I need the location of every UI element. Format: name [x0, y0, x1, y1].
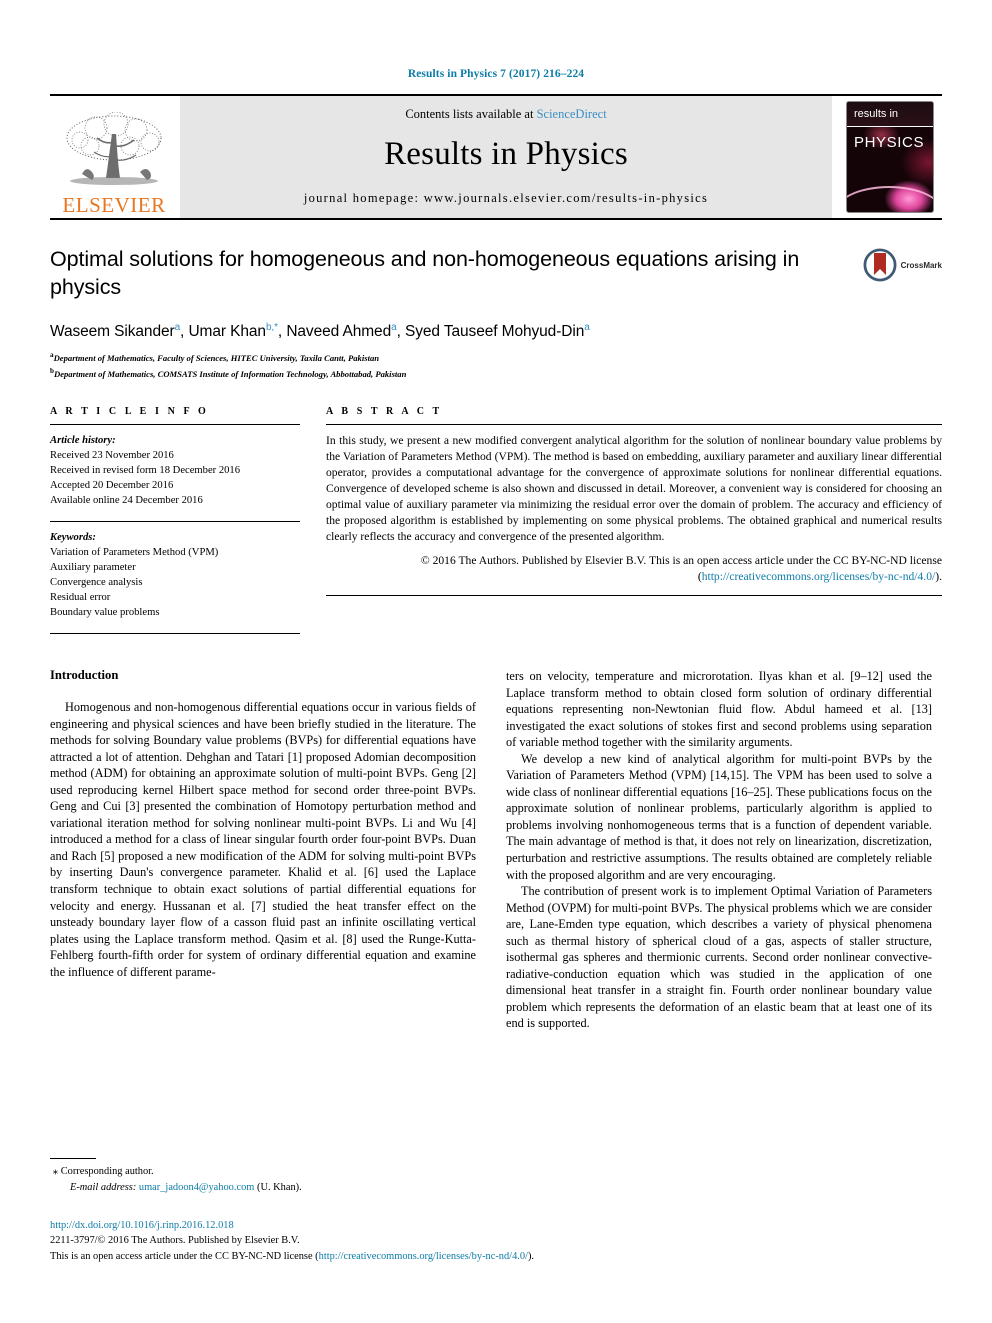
author-list: Waseem Sikandera, Umar Khanb,*, Naveed A… [50, 322, 590, 341]
body-column-right: ters on velocity, temperature and micror… [506, 668, 932, 1032]
history-item: Received 23 November 2016 [50, 449, 174, 461]
author-4-affil-mark: a [584, 322, 590, 334]
contents-list-line: Contents lists available at ScienceDirec… [405, 107, 606, 122]
footer-license-link[interactable]: http://creativecommons.org/licenses/by-n… [319, 1251, 528, 1262]
article-info-top-rule [50, 423, 300, 425]
body-column-left: Introduction Homogenous and non-homogeno… [50, 668, 476, 1032]
license-link[interactable]: http://creativecommons.org/licenses/by-n… [702, 570, 936, 583]
copyright-tail: ). [935, 569, 942, 583]
elsevier-tree-icon [66, 112, 162, 185]
corresponding-author-note: ⁎ Corresponding author. [50, 1163, 476, 1180]
keyword-item: Boundary value problems [50, 607, 160, 619]
body-paragraph: Homogenous and non-homogenous differenti… [50, 700, 476, 979]
author-2: Umar Khan [188, 323, 266, 341]
author-4: Syed Tauseef Mohyud-Din [405, 323, 585, 341]
body-paragraph: ters on velocity, temperature and micror… [506, 669, 932, 750]
cover-top-label: results in [847, 102, 933, 127]
corresponding-author-text: Corresponding author. [60, 1166, 154, 1177]
affiliation-b-text: Department of Mathematics, COMSATS Insti… [53, 368, 407, 379]
affiliation-b: bDepartment of Mathematics, COMSATS Inst… [50, 366, 824, 380]
keyword-item: Variation of Parameters Method (VPM) [50, 547, 219, 558]
crossmark-label: CrossMark [900, 260, 942, 270]
body-columns: Introduction Homogenous and non-homogeno… [50, 668, 942, 1032]
journal-banner-center: Contents lists available at ScienceDirec… [180, 96, 832, 218]
crossmark-icon [863, 248, 897, 282]
cover-image: results in PHYSICS [846, 101, 934, 213]
page-footer: http://dx.doi.org/10.1016/j.rinp.2016.12… [50, 1218, 750, 1264]
journal-homepage-url[interactable]: journal homepage: www.journals.elsevier.… [304, 191, 708, 206]
section-title-introduction: Introduction [50, 668, 119, 683]
email-label: E-mail address: [70, 1181, 137, 1193]
banner-bottom-rule [50, 218, 942, 220]
email-owner: (U. Khan). [256, 1181, 302, 1193]
history-item: Received in revised form 18 December 201… [50, 464, 241, 476]
history-item: Accepted 20 December 2016 [50, 479, 174, 491]
article-info-heading: A R T I C L E I N F O [50, 405, 209, 417]
email-note: E-mail address: umar_jadoon4@yahoo.com (… [50, 1180, 476, 1196]
cover-arc-decoration [847, 186, 933, 212]
affiliation-a-text: Department of Mathematics, Faculty of Sc… [53, 353, 380, 364]
crossmark-badge[interactable]: CrossMark [863, 248, 942, 282]
footnote-block: ⁎ Corresponding author. E-mail address: … [50, 1158, 476, 1195]
keywords-block: Keywords: Variation of Parameters Method… [50, 530, 300, 620]
article-info-column: A R T I C L E I N F O Article history: R… [50, 406, 322, 642]
article-history-block: Article history: Received 23 November 20… [50, 433, 300, 508]
keyword-item: Auxiliary parameter [50, 562, 136, 574]
body-paragraph: We develop a new kind of analytical algo… [506, 751, 932, 882]
issn-copyright-line: 2211-3797/© 2016 The Authors. Published … [50, 1235, 300, 1247]
page-title: Optimal solutions for homogeneous and no… [50, 247, 800, 299]
history-item: Available online 24 December 2016 [50, 494, 203, 506]
sciencedirect-link[interactable]: ScienceDirect [537, 107, 607, 121]
contents-prefix: Contents lists available at [405, 106, 537, 121]
footnote-rule [50, 1158, 96, 1159]
abstract-column: A B S T R A C T In this study, we presen… [322, 406, 942, 642]
info-abstract-section: A R T I C L E I N F O Article history: R… [50, 406, 942, 642]
license-tail: ). [527, 1250, 535, 1262]
abstract-bottom-rule [326, 594, 942, 596]
keyword-item: Residual error [50, 592, 111, 604]
abstract-copyright: © 2016 The Authors. Published by Elsevie… [326, 553, 942, 585]
article-info-bottom-rule [50, 633, 300, 635]
journal-title: Results in Physics [384, 135, 628, 172]
cover-main-label: PHYSICS [854, 134, 925, 151]
elsevier-logo: ELSEVIER [50, 96, 178, 218]
paper-page: Results in Physics 7 (2017) 216–224 ELSE… [0, 0, 992, 1323]
keyword-item: Convergence analysis [50, 577, 143, 589]
email-link[interactable]: umar_jadoon4@yahoo.com [139, 1182, 254, 1193]
abstract-top-rule [326, 423, 942, 425]
abstract-heading: A B S T R A C T [326, 405, 443, 417]
affiliation-a: aDepartment of Mathematics, Faculty of S… [50, 350, 824, 364]
license-line: This is an open access article under the… [50, 1249, 750, 1264]
author-2-affil-mark: b,* [265, 322, 278, 334]
keywords-label: Keywords: [50, 531, 96, 543]
article-history-label: Article history: [50, 434, 116, 446]
body-paragraph: The contribution of present work is to i… [506, 884, 932, 1031]
doi-link[interactable]: http://dx.doi.org/10.1016/j.rinp.2016.12… [50, 1218, 750, 1233]
abstract-text: In this study, we present a new modified… [326, 433, 942, 543]
author-1: Waseem Sikander [50, 323, 175, 341]
license-lead: This is an open access article under the… [50, 1250, 319, 1262]
journal-banner: ELSEVIER Contents lists available at Sci… [50, 96, 942, 218]
running-head: Results in Physics 7 (2017) 216–224 [407, 68, 585, 80]
author-3: Naveed Ahmed [286, 323, 392, 341]
journal-cover-thumbnail: results in PHYSICS [838, 96, 942, 218]
footnote-star-marker: ⁎ [52, 1165, 59, 1177]
elsevier-wordmark: ELSEVIER [62, 193, 166, 217]
title-block: Optimal solutions for homogeneous and no… [50, 246, 942, 380]
keywords-top-rule [50, 520, 300, 522]
